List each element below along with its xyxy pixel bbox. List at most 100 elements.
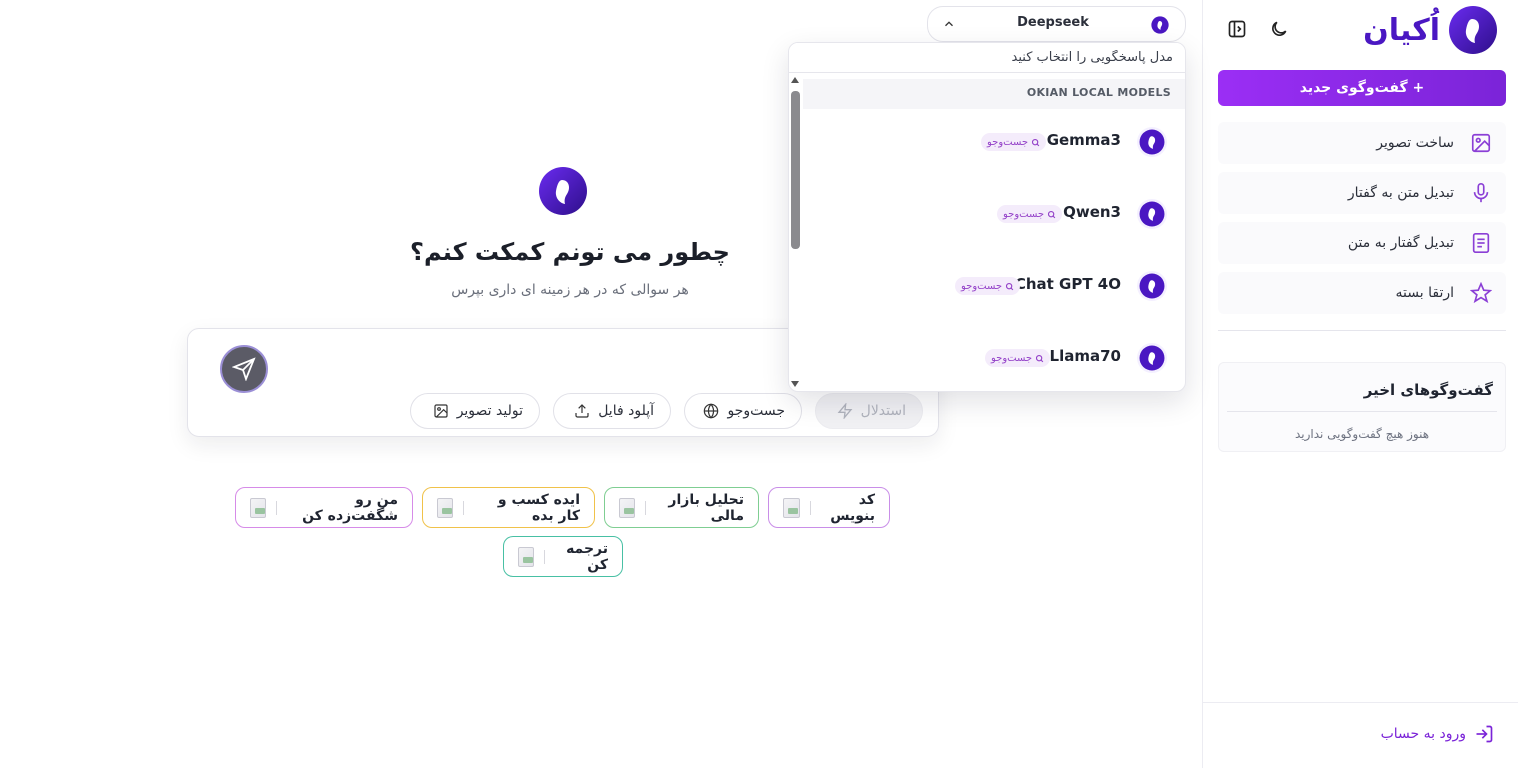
upload-file-button[interactable]: آپلود فایل xyxy=(553,393,671,429)
model-logo-icon xyxy=(1151,16,1169,34)
model-search-input[interactable] xyxy=(789,43,1185,73)
suggestion-label: ایده کسب و کار بده xyxy=(497,491,580,524)
model-option-llama70[interactable]: Llama70 جست‌وجو xyxy=(803,329,1185,389)
generate-image-label: تولید تصویر xyxy=(456,403,523,419)
model-logo-icon xyxy=(1137,199,1167,229)
search-badge: جست‌وجو xyxy=(981,133,1047,151)
search-badge-label: جست‌وجو xyxy=(1003,208,1045,220)
recent-chats-panel: گفت‌وگوهای اخیر هنوز هیچ گفت‌وگویی نداری… xyxy=(1218,362,1506,452)
search-icon xyxy=(1032,138,1040,146)
search-badge: جست‌وجو xyxy=(985,349,1051,367)
login-button[interactable]: ورود به حساب xyxy=(1381,724,1494,744)
star-icon xyxy=(1468,280,1494,306)
model-name: Qwen3 xyxy=(1063,203,1121,221)
model-logo-icon xyxy=(1137,343,1167,373)
search-badge: جست‌وجو xyxy=(955,277,1021,295)
chip-separator xyxy=(809,500,811,515)
sidebar-divider xyxy=(1218,330,1506,331)
search-badge-label: جست‌وجو xyxy=(961,280,1003,292)
suggestion-chip-translate[interactable]: ترجمه کن xyxy=(503,536,623,577)
model-option-qwen3[interactable]: Qwen3 جست‌وجو xyxy=(803,185,1185,245)
suggestion-chip-business-idea[interactable]: ایده کسب و کار بده xyxy=(422,487,595,528)
document-icon xyxy=(1468,230,1494,256)
sidebar-item-speech-to-text[interactable]: تبدیل گفتار به متن xyxy=(1218,222,1506,264)
microphone-icon xyxy=(1468,180,1494,206)
reasoning-button[interactable]: استدلال xyxy=(815,393,923,429)
search-button[interactable]: جست‌وجو xyxy=(684,393,802,429)
image-icon xyxy=(434,404,448,418)
search-icon xyxy=(1006,282,1014,290)
model-name: Chat GPT 4O xyxy=(1014,275,1121,293)
broken-image-icon xyxy=(518,546,535,567)
brand-logo[interactable]: اُکیان xyxy=(1363,4,1498,56)
model-group-header: OKIAN LOCAL MODELS xyxy=(803,79,1185,109)
search-badge-label: جست‌وجو xyxy=(991,352,1033,364)
recent-chats-empty: هنوز هیچ گفت‌وگویی ندارید xyxy=(1294,427,1430,441)
sidebar-nav: ساخت تصویر تبدیل متن به گفتار تبدیل گفتا… xyxy=(1218,122,1506,322)
broken-image-icon xyxy=(619,497,635,518)
model-option-gemma3[interactable]: Gemma3 جست‌وجو xyxy=(803,113,1185,173)
sidebar-item-image-generation[interactable]: ساخت تصویر xyxy=(1218,122,1506,164)
model-option-chat-gpt-4o[interactable]: Chat GPT 4O جست‌وجو xyxy=(803,257,1185,317)
login-label: ورود به حساب xyxy=(1380,726,1466,742)
model-dropdown: OKIAN LOCAL MODELS Gemma3 جست‌وجو Qwen3 … xyxy=(788,42,1186,392)
chip-separator xyxy=(275,500,277,515)
moon-icon[interactable] xyxy=(1266,16,1292,42)
sidebar-header: اُکیان xyxy=(1202,0,1518,60)
send-icon xyxy=(232,357,256,381)
logo-text: اُکیان xyxy=(1363,12,1441,48)
suggestion-label: ترجمه کن xyxy=(566,540,608,573)
sidebar-item-label: ارتقا بسته xyxy=(1395,285,1454,301)
sidebar-item-upgrade[interactable]: ارتقا بسته xyxy=(1218,272,1506,314)
logo-icon xyxy=(1449,6,1497,54)
upload-label: آپلود فایل xyxy=(598,403,654,419)
sidebar-item-text-to-speech[interactable]: تبدیل متن به گفتار xyxy=(1218,172,1506,214)
page-subtitle: هر سوالی که در هر زمینه ای داری بپرس xyxy=(451,282,689,298)
chip-separator xyxy=(463,500,464,515)
suggestion-chip-market-analysis[interactable]: تحلیل بازار مالی xyxy=(604,487,759,528)
search-badge: جست‌وجو xyxy=(997,205,1063,223)
app-root: اُکیان + گفت‌وگوی جدید ساخت تصویر تب xyxy=(0,0,1518,768)
model-logo-icon xyxy=(1137,271,1167,301)
broken-image-icon xyxy=(250,497,266,518)
chat-input[interactable] xyxy=(288,349,788,379)
model-logo-icon xyxy=(1137,127,1167,157)
sidebar-item-label: تبدیل متن به گفتار xyxy=(1347,185,1454,201)
new-chat-button[interactable]: + گفت‌وگوی جدید xyxy=(1218,70,1506,106)
search-badge-label: جست‌وجو xyxy=(987,136,1029,148)
model-select[interactable]: Deepseek xyxy=(927,6,1186,42)
broken-image-icon xyxy=(783,497,800,518)
scroll-down-icon[interactable] xyxy=(791,381,799,387)
sidebar-collapse-icon[interactable] xyxy=(1224,16,1250,42)
image-icon xyxy=(1468,130,1494,156)
recent-chats-divider xyxy=(1227,411,1497,412)
reasoning-label: استدلال xyxy=(860,403,906,419)
sidebar: اُکیان + گفت‌وگوی جدید ساخت تصویر تب xyxy=(1202,0,1518,768)
login-icon xyxy=(1476,725,1493,743)
broken-image-icon xyxy=(437,497,454,518)
scrollbar-thumb[interactable] xyxy=(791,91,800,249)
suggestion-label: تحلیل بازار مالی xyxy=(668,491,744,524)
model-name: Llama70 xyxy=(1049,347,1121,365)
globe-icon xyxy=(704,403,719,419)
recent-chats-title: گفت‌وگوهای اخیر xyxy=(1363,381,1493,399)
model-name: Gemma3 xyxy=(1046,131,1121,149)
scroll-up-icon[interactable] xyxy=(791,77,799,83)
send-button[interactable] xyxy=(220,345,268,393)
generate-image-button[interactable]: تولید تصویر xyxy=(410,393,540,429)
search-label: جست‌وجو xyxy=(727,403,785,419)
model-select-label: Deepseek xyxy=(1017,15,1089,30)
chip-separator xyxy=(544,549,545,564)
suggestion-chip-write-code[interactable]: کد بنویس xyxy=(768,487,890,528)
bolt-icon xyxy=(837,403,853,419)
suggestion-chip-surprise-me[interactable]: من رو شگفت‌زده کن xyxy=(235,487,413,528)
search-icon xyxy=(1036,354,1044,362)
dropdown-scrollbar[interactable] xyxy=(789,75,803,391)
sidebar-item-label: تبدیل گفتار به متن xyxy=(1347,235,1454,251)
upload-icon xyxy=(575,404,589,418)
sidebar-footer-divider xyxy=(1202,702,1518,703)
suggestion-label: من رو شگفت‌زده کن xyxy=(302,491,398,524)
suggestion-label: کد بنویس xyxy=(830,491,875,524)
sidebar-item-label: ساخت تصویر xyxy=(1376,135,1454,151)
chip-separator xyxy=(644,500,646,515)
